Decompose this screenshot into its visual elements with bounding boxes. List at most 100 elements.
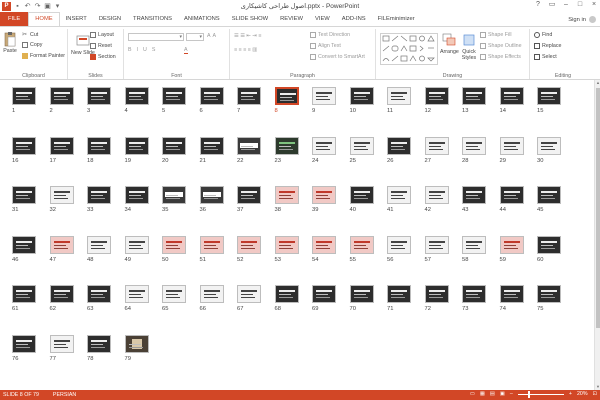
slide-thumbnail[interactable] (124, 136, 149, 155)
slide-thumbnail[interactable] (274, 235, 299, 254)
slide-thumbnail[interactable] (199, 186, 224, 204)
font-name-combo[interactable]: ▾ (128, 33, 184, 41)
zoom-out-icon[interactable]: – (510, 391, 513, 397)
slide-thumbnail[interactable] (312, 186, 336, 204)
quick-styles-button[interactable]: Quick Styles (460, 32, 478, 61)
slide-thumbnail[interactable] (237, 285, 261, 303)
slide-thumbnail[interactable] (87, 186, 111, 204)
slide-thumbnail[interactable] (499, 186, 524, 204)
slide-thumbnail[interactable] (49, 87, 74, 105)
zoom-slider[interactable] (517, 390, 564, 398)
convert-smartart-button[interactable]: Convert to SmartArt (310, 54, 365, 60)
grow-font-button[interactable]: AA (207, 33, 216, 39)
fit-to-window-icon[interactable]: ⊡ (593, 391, 597, 397)
slide-thumbnail[interactable] (162, 87, 186, 105)
slide-thumbnail[interactable] (462, 235, 486, 254)
maximize-button[interactable]: □ (576, 1, 584, 9)
slide-thumbnail[interactable] (349, 136, 374, 155)
slide-thumbnail[interactable] (387, 186, 411, 204)
slide-thumbnail[interactable] (349, 235, 374, 254)
font-size-combo[interactable]: ▾ (186, 33, 204, 41)
slide-thumbnail[interactable] (424, 87, 449, 105)
layout-button[interactable]: Layout (90, 32, 114, 38)
zoom-in-icon[interactable]: + (569, 391, 572, 397)
slide-thumbnail[interactable] (87, 334, 111, 353)
tab-transitions[interactable]: TRANSITIONS (127, 12, 178, 26)
slide-thumbnail[interactable] (424, 136, 449, 155)
slide-thumbnail[interactable] (387, 136, 411, 155)
slide-thumbnail[interactable] (199, 136, 224, 155)
slide-thumbnail[interactable] (312, 235, 336, 254)
slide-thumbnail[interactable] (199, 285, 224, 303)
slide-thumbnail[interactable] (462, 136, 486, 155)
slideshow-view-icon[interactable]: ▣ (500, 391, 505, 397)
list-buttons[interactable]: ☰ ☰ ⇤ ⇥ ≡ (234, 33, 261, 39)
slide-thumbnail[interactable] (12, 235, 36, 254)
find-button[interactable]: Find (534, 32, 552, 38)
slide-thumbnail[interactable] (274, 87, 299, 105)
slide-thumbnail[interactable] (424, 235, 449, 254)
slide-thumbnail[interactable] (499, 87, 524, 105)
slide-thumbnail[interactable] (387, 285, 411, 303)
reading-view-icon[interactable]: ▤ (490, 391, 495, 397)
slide-thumbnail[interactable] (12, 285, 36, 303)
tab-fileminimizer[interactable]: FILEminimizer (372, 12, 421, 26)
slide-thumbnail[interactable] (537, 186, 561, 204)
slide-thumbnail[interactable] (349, 285, 374, 303)
slide-thumbnail[interactable] (387, 235, 411, 254)
sign-in[interactable]: Sign in (568, 16, 596, 23)
slide-thumbnail[interactable] (49, 285, 74, 303)
slide-thumbnail[interactable] (237, 235, 261, 254)
tab-insert[interactable]: INSERT (60, 12, 93, 26)
align-buttons[interactable]: ≡ ≡ ≡ ≡ ▥ (234, 47, 257, 53)
slide-thumbnail[interactable] (162, 136, 186, 155)
slide-thumbnail[interactable] (124, 87, 149, 105)
slide-thumbnail[interactable] (237, 136, 261, 155)
font-style-buttons[interactable]: BIUS (128, 47, 158, 53)
scroll-up-icon[interactable]: ▲ (595, 80, 600, 86)
slide-thumbnail[interactable] (499, 285, 524, 303)
slide-thumbnail[interactable] (12, 136, 36, 155)
tab-home[interactable]: HOME (28, 12, 60, 26)
vertical-scrollbar[interactable]: ▲ ▼ (594, 80, 600, 390)
tab-animations[interactable]: ANIMATIONS (178, 12, 226, 26)
language-indicator[interactable]: PERSIAN (53, 392, 76, 398)
slide-thumbnail[interactable] (537, 136, 561, 155)
slide-thumbnail[interactable] (124, 334, 149, 353)
slide-thumbnail[interactable] (462, 87, 486, 105)
text-direction-button[interactable]: Text Direction (310, 32, 350, 38)
slide-sorter-view[interactable]: 1 2 3 4 5 6 7 8 9 10 11 12 13 14 15 16 17 18 19 20 21 22 23 24 2… (0, 80, 600, 390)
scrollbar-thumb[interactable] (596, 88, 600, 328)
slide-thumbnail[interactable] (499, 235, 524, 254)
reset-button[interactable]: Reset (90, 43, 112, 49)
slide-thumbnail[interactable] (387, 87, 411, 105)
ribbon-display-button[interactable]: ▭ (548, 1, 556, 9)
slide-thumbnail[interactable] (274, 136, 299, 155)
tab-review[interactable]: REVIEW (274, 12, 309, 26)
tab-add-ins[interactable]: ADD-INS (336, 12, 372, 26)
slide-thumbnail[interactable] (12, 334, 36, 353)
tab-slide-show[interactable]: SLIDE SHOW (226, 12, 274, 26)
slide-thumbnail[interactable] (162, 285, 186, 303)
slide-thumbnail[interactable] (49, 186, 74, 204)
slide-thumbnail[interactable] (49, 235, 74, 254)
slide-thumbnail[interactable] (87, 136, 111, 155)
normal-view-icon[interactable]: ▭ (470, 391, 475, 397)
slide-thumbnail[interactable] (537, 285, 561, 303)
tab-design[interactable]: DESIGN (93, 12, 127, 26)
align-text-button[interactable]: Align Text (310, 43, 341, 49)
slide-thumbnail[interactable] (312, 285, 336, 303)
slide-thumbnail[interactable] (87, 285, 111, 303)
slide-thumbnail[interactable] (312, 87, 336, 105)
slide-thumbnail[interactable] (124, 285, 149, 303)
paste-button[interactable]: Paste (3, 31, 17, 54)
slide-thumbnail[interactable] (162, 186, 186, 204)
slide-sorter-view-icon[interactable]: ▦ (480, 391, 485, 397)
cut-button[interactable]: ✂ Cut (22, 32, 38, 38)
format-painter-button[interactable]: Format Painter (22, 53, 65, 59)
close-button[interactable]: × (590, 1, 598, 9)
slide-thumbnail[interactable] (124, 186, 149, 204)
slide-thumbnail[interactable] (462, 285, 486, 303)
slide-thumbnail[interactable] (87, 87, 111, 105)
slide-thumbnail[interactable] (199, 235, 224, 254)
